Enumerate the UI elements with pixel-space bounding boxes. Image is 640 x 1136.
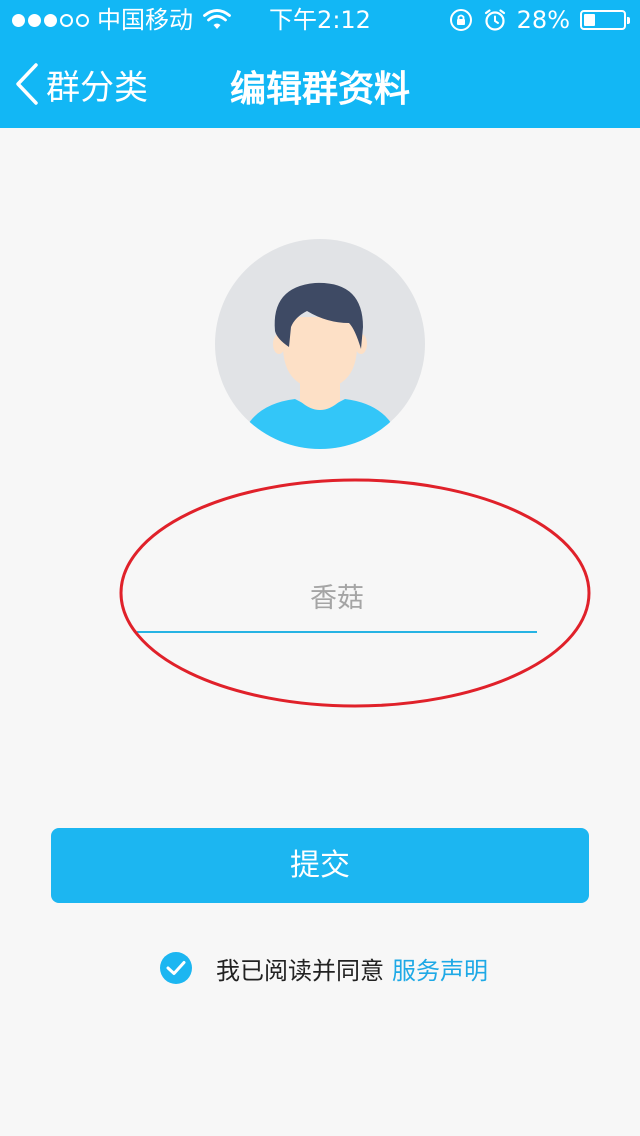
rotation-lock-icon	[449, 9, 472, 31]
battery-percent: 28%	[516, 6, 570, 34]
page-title: 编辑群资料	[229, 69, 410, 110]
highlight-ellipse	[119, 478, 591, 708]
agreement-row: 我已阅读并同意 服务声明	[160, 950, 488, 986]
checkmark-icon	[166, 961, 186, 975]
service-statement-link[interactable]: 服务声明	[392, 951, 488, 986]
navigation-bar: 群分类 编辑群资料	[0, 40, 640, 128]
agreement-text: 我已阅读并同意	[216, 956, 384, 985]
alarm-icon	[484, 9, 505, 31]
status-right: 28%	[449, 0, 630, 40]
status-bar: 中国移动 下午2:12 28%	[0, 0, 640, 40]
app-header: 中国移动 下午2:12 28% 群分类 编辑群资料	[0, 0, 640, 128]
battery-level	[584, 14, 595, 26]
default-avatar-icon	[243, 282, 397, 449]
submit-button[interactable]: 提交	[51, 828, 589, 903]
agreement-checkbox[interactable]	[160, 952, 192, 984]
group-avatar[interactable]	[215, 239, 425, 449]
battery-icon	[580, 10, 630, 30]
